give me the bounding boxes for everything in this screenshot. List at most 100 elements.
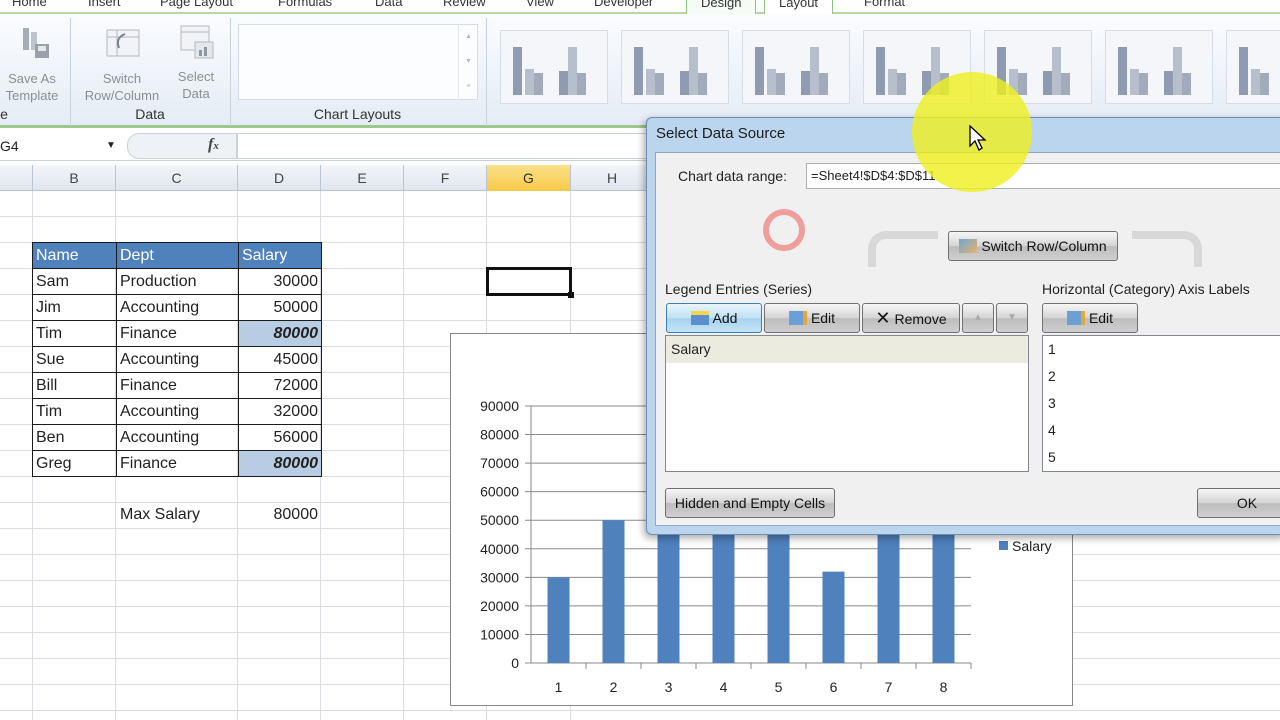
cell-salary[interactable]: 45000 — [238, 346, 322, 373]
max-salary-label[interactable]: Max Salary — [120, 506, 200, 524]
scroll-down-icon[interactable]: ▼ — [459, 49, 478, 74]
header-dept[interactable]: Dept — [116, 242, 239, 269]
fx-icon[interactable]: fx — [208, 136, 219, 154]
style-bar — [559, 71, 568, 95]
column-header-b[interactable]: B — [33, 165, 116, 191]
cell-name[interactable]: Tim — [32, 398, 117, 425]
cell-salary[interactable]: 32000 — [238, 398, 322, 425]
cell-salary[interactable]: 56000 — [238, 424, 322, 451]
style-bar — [646, 69, 655, 95]
cell-dept[interactable]: Finance — [116, 372, 239, 399]
cell-name[interactable]: Jim — [32, 294, 117, 321]
style-bar — [689, 47, 698, 95]
axis-label-item[interactable]: 3 — [1043, 390, 1280, 417]
ok-button[interactable]: OK — [1197, 488, 1280, 518]
column-header-e[interactable]: E — [321, 165, 404, 191]
active-cell-g4[interactable] — [486, 267, 574, 298]
formula-buttons — [127, 133, 237, 159]
chart-style-thumbnail[interactable] — [1226, 30, 1280, 104]
column-header-d[interactable]: D — [238, 165, 321, 191]
cell-name[interactable]: Ben — [32, 424, 117, 451]
switch-row-column-button[interactable]: Switch Row/Column — [78, 24, 166, 104]
style-bar — [568, 47, 577, 95]
cell-name[interactable]: Bill — [32, 372, 117, 399]
chevron-down-icon[interactable]: ▼ — [106, 134, 116, 158]
switch-row-column-dialog-button[interactable]: Switch Row/Column — [948, 231, 1118, 261]
chart-layouts-label: Chart Layouts — [313, 106, 402, 122]
tab-design[interactable]: Design — [686, 0, 757, 14]
add-series-button[interactable]: Add — [666, 303, 762, 333]
cell-dept[interactable]: Accounting — [116, 398, 239, 425]
gallery-more-icon[interactable]: ≡ — [459, 74, 478, 99]
edit-series-button[interactable]: Edit — [764, 303, 860, 333]
cell-name[interactable]: Sam — [32, 268, 117, 295]
tab-view[interactable]: View — [526, 0, 554, 9]
series-list[interactable]: Salary — [665, 335, 1029, 472]
select-data-button[interactable]: Select Data — [168, 22, 224, 102]
remove-label: Remove — [894, 311, 947, 327]
series-list-item[interactable]: Salary — [666, 336, 1028, 363]
chart-style-thumbnail[interactable] — [1105, 30, 1213, 104]
cell-dept[interactable]: Finance — [116, 450, 239, 477]
scroll-up-icon[interactable]: ▲ — [459, 24, 478, 49]
dialog-body: Chart data range: =Sheet4!$D$4:$D$11 Swi… — [655, 152, 1280, 526]
add-icon — [690, 311, 709, 325]
y-tick-label: 20000 — [480, 598, 519, 614]
cell-salary[interactable]: 30000 — [238, 268, 322, 295]
select-all-corner[interactable] — [0, 165, 33, 191]
cell-name[interactable]: Greg — [32, 450, 117, 477]
tab-format[interactable]: Format — [864, 0, 905, 9]
tab-page-layout[interactable]: Page Layout — [160, 0, 233, 9]
cell-dept[interactable]: Finance — [116, 320, 239, 347]
chart-style-thumbnail[interactable] — [621, 30, 729, 104]
chart-style-thumbnail[interactable] — [742, 30, 850, 104]
hidden-empty-cells-button[interactable]: Hidden and Empty Cells — [665, 488, 835, 518]
max-salary-value[interactable]: 80000 — [238, 506, 319, 524]
axis-label-item[interactable]: 1 — [1043, 336, 1280, 363]
tab-layout[interactable]: Layout — [764, 0, 834, 14]
select-label-2: Data — [182, 86, 210, 101]
column-header-g[interactable]: G — [487, 165, 571, 191]
cell-salary[interactable]: 80000 — [238, 320, 322, 347]
cell-dept[interactable]: Accounting — [116, 346, 239, 373]
move-up-button[interactable]: ▲ — [962, 303, 994, 333]
column-header-c[interactable]: C — [116, 165, 238, 191]
axis-label-item[interactable]: 4 — [1043, 417, 1280, 444]
header-name[interactable]: Name — [32, 242, 117, 269]
chart-style-thumbnail[interactable] — [500, 30, 608, 104]
tab-home[interactable]: Home — [12, 0, 47, 9]
column-header-h[interactable]: H — [571, 165, 654, 191]
tab-formulas[interactable]: Formulas — [278, 0, 332, 9]
tab-data[interactable]: Data — [375, 0, 402, 9]
name-box[interactable]: G4 — [0, 134, 122, 158]
bar-4 — [712, 534, 735, 663]
chart-layouts-gallery[interactable] — [238, 24, 478, 100]
edit-axis-labels-button[interactable]: Edit — [1042, 303, 1138, 333]
save-as-template-button[interactable]: Save As Template — [0, 24, 64, 104]
header-salary[interactable]: Salary — [238, 242, 322, 269]
tab-review[interactable]: Review — [443, 0, 486, 9]
style-bar — [534, 73, 543, 95]
tab-insert[interactable]: Insert — [88, 0, 121, 9]
layouts-gallery-scroll[interactable]: ▲ ▼ ≡ — [458, 24, 478, 100]
style-bar — [1052, 47, 1061, 95]
cell-salary[interactable]: 80000 — [238, 450, 322, 477]
cell-name[interactable]: Tim — [32, 320, 117, 347]
cell-dept[interactable]: Production — [116, 268, 239, 295]
cell-dept[interactable]: Accounting — [116, 424, 239, 451]
cell-name[interactable]: Sue — [32, 346, 117, 373]
chart-data-range-input[interactable]: =Sheet4!$D$4:$D$11 — [806, 163, 1280, 189]
move-down-button[interactable]: ▼ — [996, 303, 1028, 333]
cell-dept[interactable]: Accounting — [116, 294, 239, 321]
table-row: Sam Production 30000 — [32, 268, 322, 295]
remove-series-button[interactable]: ✕ Remove — [862, 303, 960, 333]
axis-label-item[interactable]: 2 — [1043, 363, 1280, 390]
cell-salary[interactable]: 50000 — [238, 294, 322, 321]
y-tick-label: 50000 — [480, 512, 519, 528]
tab-developer[interactable]: Developer — [594, 0, 653, 9]
axis-label-item[interactable]: 5 — [1043, 444, 1280, 471]
column-header-f[interactable]: F — [404, 165, 487, 191]
axis-labels-list[interactable]: 1 2 3 4 5 — [1042, 335, 1280, 472]
cell-salary[interactable]: 72000 — [238, 372, 322, 399]
bar-1 — [547, 577, 570, 663]
